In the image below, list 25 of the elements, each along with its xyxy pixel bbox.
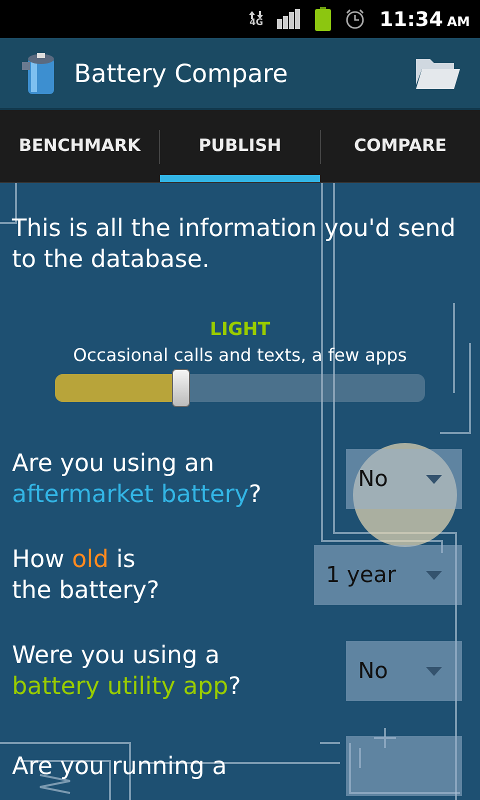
dropdown[interactable]: No	[346, 641, 462, 701]
question-text: Were you using a battery utility app?	[12, 640, 242, 702]
app-title: Battery Compare	[74, 58, 289, 88]
usage-slider[interactable]	[55, 368, 425, 408]
tab[interactable]: PUBLISH	[160, 110, 320, 182]
dropdown[interactable]: No	[346, 449, 462, 509]
question-text: Are you using an aftermarket battery?	[12, 448, 262, 510]
dropdown-arrow-icon	[426, 666, 442, 676]
intro-text: This is all the information you'd send to the database.	[12, 213, 457, 275]
dropdown[interactable]: 1 year	[314, 545, 462, 605]
usage-description: Occasional calls and texts, a few apps	[73, 346, 407, 366]
dropdown-arrow-icon	[426, 570, 442, 580]
usage-level-label: LIGHT	[210, 319, 270, 340]
question-text: How old is the battery?	[12, 544, 160, 606]
slider-thumb[interactable]	[172, 369, 190, 407]
tab[interactable]: BENCHMARK	[0, 110, 160, 182]
tab[interactable]: COMPARE	[320, 110, 480, 182]
battery-icon	[315, 7, 332, 31]
clock-time: 11:34 AM	[379, 7, 470, 31]
dropdown-arrow-icon	[426, 474, 442, 484]
folder-icon[interactable]	[416, 57, 460, 89]
signal-icon	[277, 9, 302, 29]
network-indicator: 4G	[249, 10, 264, 28]
alarm-clock-icon	[345, 9, 366, 29]
question-text: Are you running a	[12, 750, 227, 782]
